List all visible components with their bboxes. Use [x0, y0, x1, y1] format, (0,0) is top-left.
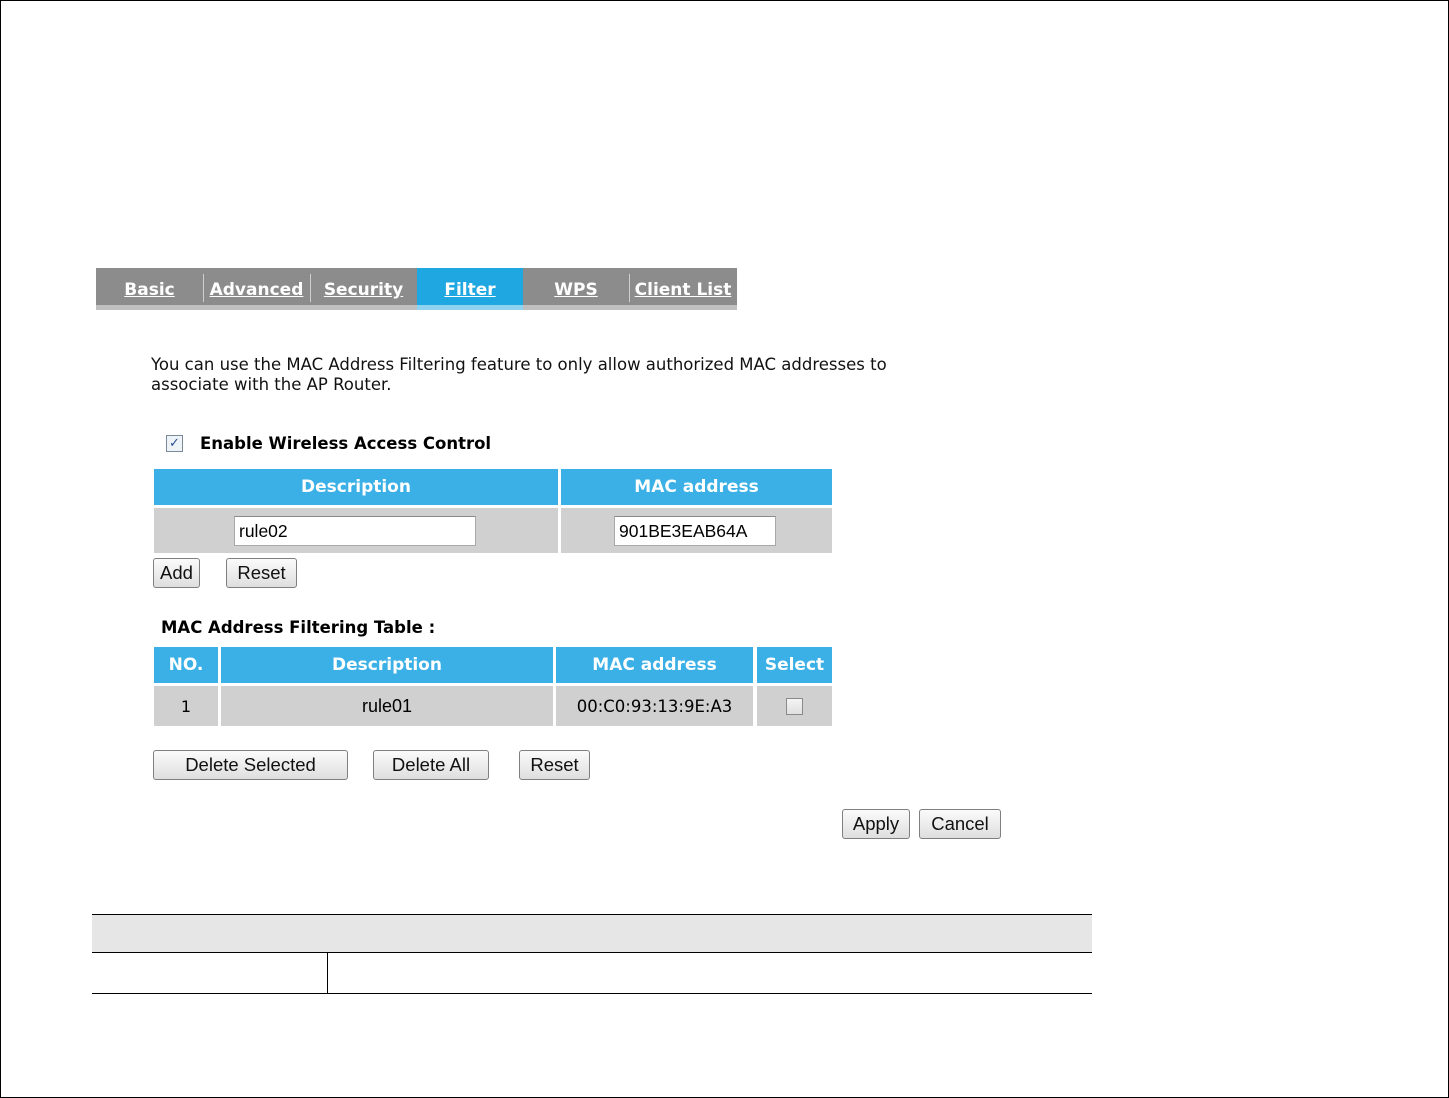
filter-header-description: Description [221, 647, 553, 683]
filter-header-no: NO. [154, 647, 218, 683]
enable-access-control-label: Enable Wireless Access Control [200, 434, 492, 453]
tab-basic[interactable]: Basic [96, 268, 203, 305]
tab-client-list[interactable]: Client List [629, 268, 737, 305]
mac-address-input[interactable]: 901BE3EAB64A [614, 516, 776, 546]
table-row-mac: 00:C0:93:13:9E:A3 [556, 686, 753, 726]
filter-header-select: Select [757, 647, 832, 683]
tab-security[interactable]: Security [310, 268, 417, 305]
entry-header-description: Description [154, 469, 558, 505]
enable-access-control-checkbox[interactable]: ✓ [166, 435, 183, 452]
delete-all-button[interactable]: Delete All [373, 750, 489, 780]
enable-access-control-row: ✓ Enable Wireless Access Control [166, 434, 491, 453]
tab-filter[interactable]: Filter [417, 268, 523, 310]
tab-bar: Basic Advanced Security Filter WPS Clien… [96, 268, 737, 310]
table-reset-button[interactable]: Reset [519, 750, 590, 780]
entry-header-mac: MAC address [561, 469, 832, 505]
filter-table-title: MAC Address Filtering Table : [161, 618, 436, 637]
row-select-checkbox[interactable] [786, 697, 803, 715]
bottom-table-row [92, 953, 1092, 994]
table-row-no: 1 [154, 686, 218, 726]
tab-advanced[interactable]: Advanced [203, 268, 310, 305]
add-button[interactable]: Add [153, 558, 200, 588]
table-row-description: rule01 [221, 686, 553, 726]
apply-button[interactable]: Apply [842, 809, 910, 839]
table-row-select-cell [757, 686, 832, 726]
bottom-table-divider [327, 953, 328, 994]
description-input[interactable]: rule02 [234, 516, 476, 546]
filter-header-mac: MAC address [556, 647, 753, 683]
delete-selected-button[interactable]: Delete Selected [153, 750, 348, 780]
bottom-table-header [92, 914, 1092, 953]
cancel-button[interactable]: Cancel [919, 809, 1001, 839]
entry-reset-button[interactable]: Reset [226, 558, 297, 588]
intro-text: You can use the MAC Address Filtering fe… [151, 355, 887, 394]
tab-wps[interactable]: WPS [523, 268, 629, 305]
